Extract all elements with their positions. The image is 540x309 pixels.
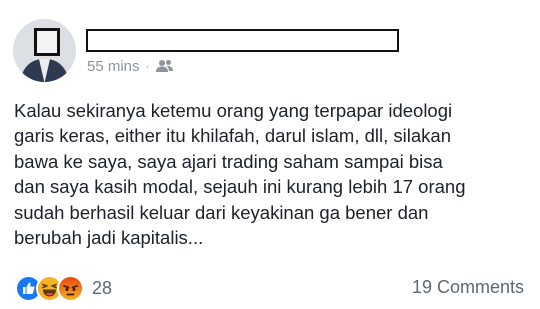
avatar[interactable]: [13, 19, 76, 82]
post-timestamp[interactable]: 55 mins: [87, 58, 140, 75]
reaction-count[interactable]: 28: [92, 278, 112, 299]
avatar-redaction-box: [34, 28, 60, 56]
comments-count-link[interactable]: 19 Comments: [412, 277, 524, 298]
post-body-text: Kalau sekiranya ketemu orang yang terpap…: [14, 100, 466, 249]
post-meta: 55 mins ·: [87, 55, 174, 77]
author-name-redacted[interactable]: [86, 29, 399, 52]
meta-separator: ·: [145, 59, 150, 73]
reactions-summary[interactable]: 28: [15, 274, 112, 302]
angry-icon: [57, 274, 84, 302]
post-card: 55 mins · Kalau sekiranya ketemu orang y…: [0, 0, 540, 309]
friends-icon[interactable]: [155, 59, 174, 73]
